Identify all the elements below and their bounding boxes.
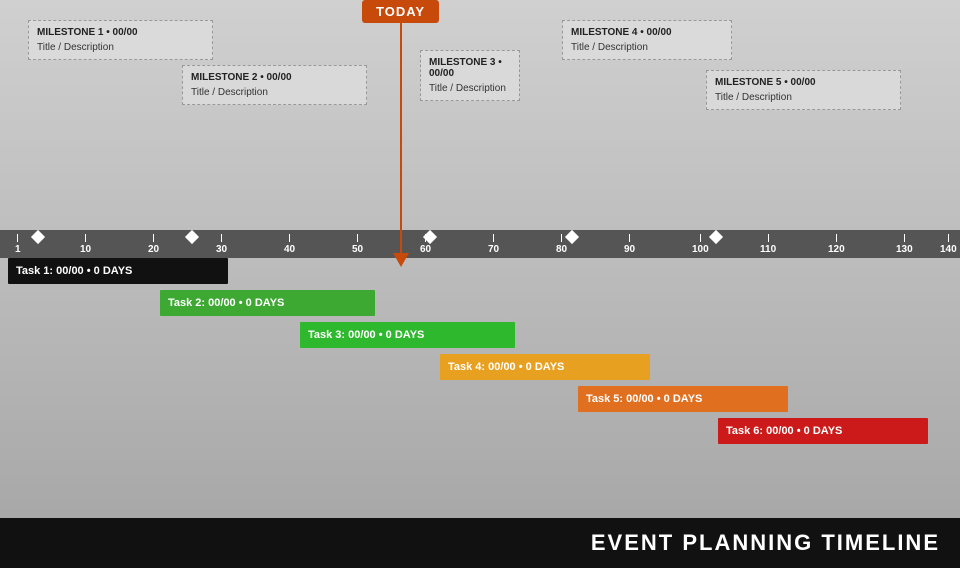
milestone-desc: Title / Description	[429, 83, 511, 94]
milestone-desc: Title / Description	[571, 42, 723, 53]
tick-label: 100	[692, 244, 709, 255]
milestones-area: MILESTONE 1 • 00/00Title / DescriptionMI…	[0, 0, 960, 230]
tick-label: 1	[15, 244, 21, 255]
tick-mark	[17, 234, 18, 242]
page-title: EVENT PLANNING TIMELINE	[591, 530, 940, 556]
tick-label: 20	[148, 244, 159, 255]
tasks-area: Task 1: 00/00 • 0 DAYS Task 2: 00/00 • 0 …	[0, 258, 960, 518]
milestone-title: MILESTONE 3 • 00/00	[429, 57, 511, 79]
tick-mark	[836, 234, 837, 242]
timeline-ruler: 1102030405060708090100110120130140	[0, 230, 960, 258]
tick-label: 110	[760, 244, 776, 255]
tick-mark	[700, 234, 701, 242]
ruler-tick: 130	[896, 234, 913, 255]
milestone-title: MILESTONE 4 • 00/00	[571, 27, 723, 38]
ruler-tick: 90	[624, 234, 635, 255]
ruler-tick: 120	[828, 234, 845, 255]
task-bar-t3: Task 3: 00/00 • 0 DAYS	[300, 322, 515, 348]
today-line	[400, 23, 402, 253]
ruler-tick: 110	[760, 234, 776, 255]
tick-label: 90	[624, 244, 635, 255]
tick-label: 140	[940, 244, 957, 255]
ruler-tick: 100	[692, 234, 709, 255]
tick-mark	[493, 234, 494, 242]
milestone-box-ms2: MILESTONE 2 • 00/00 Title / Description	[182, 65, 367, 105]
ruler-tick: 1	[15, 234, 21, 255]
ruler-tick: 30	[216, 234, 227, 255]
ruler-tick: 40	[284, 234, 295, 255]
task-bar-t4: Task 4: 00/00 • 0 DAYS	[440, 354, 650, 380]
tick-mark	[904, 234, 905, 242]
tick-label: 30	[216, 244, 227, 255]
tick-mark	[561, 234, 562, 242]
tick-label: 10	[80, 244, 91, 255]
task-bar-t2: Task 2: 00/00 • 0 DAYS	[160, 290, 375, 316]
tick-label: 70	[488, 244, 499, 255]
task-bar-t1: Task 1: 00/00 • 0 DAYS	[8, 258, 228, 284]
tick-label: 40	[284, 244, 295, 255]
tick-mark	[768, 234, 769, 242]
tick-mark	[221, 234, 222, 242]
task-bar-t6: Task 6: 00/00 • 0 DAYS	[718, 418, 928, 444]
ruler-tick: 70	[488, 234, 499, 255]
milestone-desc: Title / Description	[715, 92, 892, 103]
milestone-box-ms5: MILESTONE 5 • 00/00 Title / Description	[706, 70, 901, 110]
task-bar-t5: Task 5: 00/00 • 0 DAYS	[578, 386, 788, 412]
milestone-title: MILESTONE 5 • 00/00	[715, 77, 892, 88]
tick-mark	[629, 234, 630, 242]
tick-label: 80	[556, 244, 567, 255]
bottom-bar: EVENT PLANNING TIMELINE	[0, 518, 960, 568]
tick-mark	[948, 234, 949, 242]
milestone-desc: Title / Description	[191, 87, 358, 98]
today-label: TODAY	[362, 0, 439, 23]
today-marker: TODAY	[362, 0, 439, 267]
today-arrow	[393, 253, 409, 267]
milestone-title: MILESTONE 2 • 00/00	[191, 72, 358, 83]
tick-mark	[153, 234, 154, 242]
tick-mark	[289, 234, 290, 242]
tick-mark	[85, 234, 86, 242]
milestone-box-ms4: MILESTONE 4 • 00/00 Title / Description	[562, 20, 732, 60]
ruler-tick: 140	[940, 234, 957, 255]
tick-label: 130	[896, 244, 913, 255]
milestone-box-ms1: MILESTONE 1 • 00/00 Title / Description	[28, 20, 213, 60]
milestone-title: MILESTONE 1 • 00/00	[37, 27, 204, 38]
ruler-tick: 10	[80, 234, 91, 255]
milestone-desc: Title / Description	[37, 42, 204, 53]
ruler-tick: 20	[148, 234, 159, 255]
tick-mark	[357, 234, 358, 242]
tick-label: 120	[828, 244, 845, 255]
